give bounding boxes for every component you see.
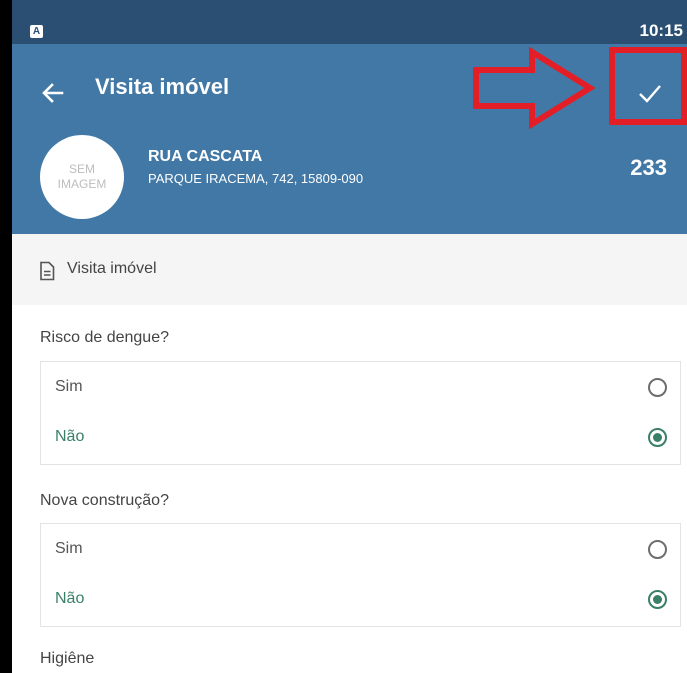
option-label: Não	[55, 590, 85, 607]
option-dengue-nao[interactable]: Não	[41, 414, 680, 464]
annotation-arrow	[473, 47, 596, 129]
radio-button-checked[interactable]	[648, 590, 667, 609]
check-icon	[639, 85, 661, 103]
option-construcao-nao[interactable]: Não	[41, 576, 680, 626]
back-button[interactable]	[36, 76, 70, 110]
avatar-placeholder-line1: SEM	[68, 162, 95, 176]
status-time: 10:15	[639, 21, 683, 40]
option-label: Não	[55, 428, 85, 445]
radio-group-dengue: Sim Não	[40, 361, 681, 465]
radio-group-construcao: Sim Não	[40, 523, 681, 627]
section-header: Visita imóvel	[12, 234, 687, 305]
document-icon	[40, 261, 55, 281]
arrow-left-icon	[42, 83, 64, 103]
option-label: Sim	[55, 378, 83, 395]
status-bar: A 10:15	[12, 0, 687, 44]
property-address: PARQUE IRACEMA, 742, 15809-090	[148, 171, 364, 186]
option-label: Sim	[55, 540, 83, 557]
app-header: Visita imóvel SEM IMAGEM RUA CASCATA PAR…	[12, 44, 687, 234]
question-label-higiene: Higiêne	[40, 650, 95, 667]
page-title: Visita imóvel	[95, 74, 230, 99]
confirm-button[interactable]	[614, 64, 684, 122]
radio-button-checked[interactable]	[648, 428, 667, 447]
device-frame-edge	[0, 0, 12, 673]
app-notification-icon: A	[30, 25, 43, 38]
option-dengue-sim[interactable]: Sim	[41, 364, 680, 414]
radio-button-unchecked[interactable]	[648, 540, 667, 559]
property-street: RUA CASCATA	[148, 148, 263, 165]
radio-button-unchecked[interactable]	[648, 378, 667, 397]
section-title: Visita imóvel	[67, 260, 157, 277]
property-number: 233	[630, 155, 667, 180]
app-screen: A 10:15 Visita imóvel SEM IMAGEM RUA CAS…	[12, 0, 687, 673]
question-label-dengue: Risco de dengue?	[40, 329, 169, 346]
option-construcao-sim[interactable]: Sim	[41, 526, 680, 576]
avatar-placeholder-line2: IMAGEM	[57, 177, 107, 191]
avatar: SEM IMAGEM	[40, 135, 124, 219]
question-label-construcao: Nova construção?	[40, 492, 169, 509]
